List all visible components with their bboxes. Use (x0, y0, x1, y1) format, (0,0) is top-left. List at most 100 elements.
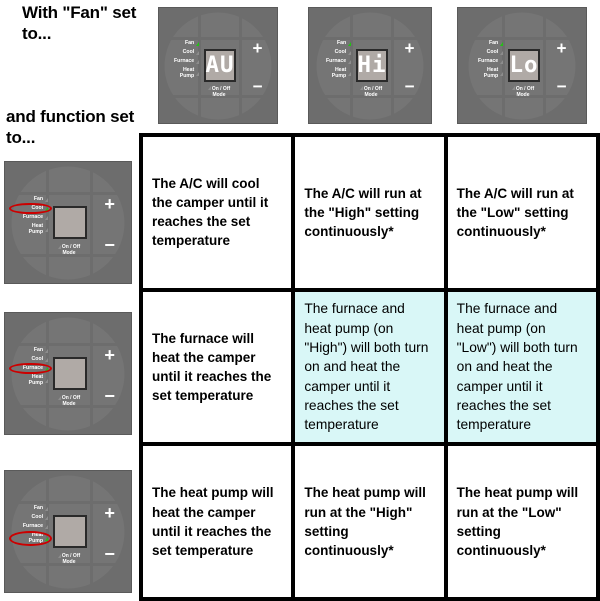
lcd-display-function-furnace (53, 356, 87, 391)
temperature-down-button[interactable]: − (551, 77, 572, 97)
thermostat-panel-function-cool: Fan Cool Furnace Heat Pump + − On / Off Mode (4, 161, 132, 284)
mode-label-list-fan-low: Fan Cool Furnace Heat Pump (473, 40, 504, 83)
table-cell-heatpump-high: The heat pump will run at the "High" set… (295, 446, 444, 597)
mode-label-fan: Fan (473, 40, 504, 47)
dial-divider-2 (90, 476, 94, 589)
mode-label-heat-pump: Heat Pump (473, 67, 504, 79)
heading-function: and function set to... (6, 107, 135, 148)
mode-label-text: Heat Pump (28, 223, 44, 235)
led-indicator-inactive (45, 378, 49, 383)
table-cell-furnace-high: The furnace and heat pump (on "High") wi… (295, 291, 444, 443)
mode-label-text: Furnace (174, 58, 195, 65)
mode-label-furnace: Furnace (9, 363, 53, 375)
table-cell-cool-high: The A/C will run at the "High" setting c… (295, 137, 444, 288)
mode-label-fan: Fan (16, 195, 49, 202)
mode-label-fan: Fan (321, 40, 352, 47)
led-indicator-inactive (45, 348, 49, 353)
on-off-mode-button[interactable]: On / Off Mode (501, 86, 546, 98)
mode-label-cool: Cool (473, 49, 504, 56)
led-indicator-active (45, 536, 49, 541)
mode-label: Mode (516, 91, 530, 98)
temperature-up-button[interactable]: + (399, 39, 420, 59)
mode-label: Mode (62, 558, 76, 565)
mode-label-furnace: Furnace (473, 58, 504, 65)
mode-label-text: Cool (31, 355, 44, 362)
mode-label-text: Fan (33, 195, 44, 202)
led-indicator-active (45, 206, 49, 211)
temperature-down-button[interactable]: − (98, 235, 121, 256)
mode-led-icon (57, 395, 61, 400)
mode-label-furnace: Furnace (16, 214, 49, 221)
mode-label-text: Heat Pump (483, 67, 499, 79)
mode-label-heat-pump: Heat Pump (9, 531, 53, 546)
thermostat-panel-fan-high: Hi Fan Cool Furnace Heat Pump + − On / Off Mode (308, 7, 432, 124)
table-cell-heatpump-auto: The heat pump will heat the camper until… (143, 446, 292, 597)
table-cell-furnace-low: The furnace and heat pump (on "Low") wil… (447, 291, 596, 443)
mode-led-icon (57, 244, 61, 249)
mode-label: Mode (364, 91, 378, 98)
mode-label-text: Furnace (478, 58, 499, 65)
temperature-up-button[interactable]: + (551, 39, 572, 59)
mode-label-heat-pump: Heat Pump (321, 67, 352, 79)
mode-label-cool: Cool (16, 355, 49, 362)
dial-divider-2 (90, 318, 94, 431)
mode-label-text: Cool (486, 49, 499, 56)
led-indicator-inactive (500, 51, 504, 56)
mode-led-icon (207, 86, 211, 91)
mode-label-text: Furnace (22, 523, 44, 530)
thermostat-panel-function-heatpump: Fan Cool Furnace Heat Pump + − On / Off Mode (4, 470, 132, 593)
led-indicator-inactive (348, 60, 352, 65)
lcd-display-fan-high: Hi (355, 49, 389, 82)
temperature-up-button[interactable]: + (98, 345, 121, 366)
mode-label-fan: Fan (169, 40, 200, 47)
mode-label-text: Heat Pump (28, 374, 44, 386)
led-indicator-inactive (348, 51, 352, 56)
heading-fan: With "Fan" set to... (22, 3, 137, 44)
lcd-display-function-cool (53, 205, 87, 240)
mode-label-text: Furnace (22, 365, 44, 372)
on-off-mode-button[interactable]: On / Off Mode (45, 244, 92, 256)
mode-label-fan: Fan (16, 505, 49, 511)
mode-label-cool: Cool (9, 202, 53, 215)
led-indicator-inactive (500, 60, 504, 65)
led-indicator-active (500, 42, 504, 47)
mode-label-list-function-heatpump: Fan Cool Furnace Heat Pump (9, 505, 53, 548)
on-off-mode-button[interactable]: On / Off Mode (45, 395, 92, 407)
mode-label-text: Furnace (326, 58, 347, 65)
temperature-down-button[interactable]: − (247, 77, 268, 97)
mode-label-list-function-furnace: Fan Cool Furnace Heat Pump (9, 346, 53, 390)
mode-label-text: Heat Pump (331, 67, 347, 79)
led-indicator-inactive (45, 215, 49, 220)
led-indicator-inactive (45, 524, 49, 529)
on-off-mode-button[interactable]: On / Off Mode (349, 86, 394, 98)
temperature-down-button[interactable]: − (399, 77, 420, 97)
mode-label-heat-pump: Heat Pump (16, 374, 49, 386)
dial-divider-2 (543, 13, 547, 120)
temperature-down-button[interactable]: − (98, 544, 121, 565)
thermostat-panel-function-furnace: Fan Cool Furnace Heat Pump + − On / Off Mode (4, 312, 132, 435)
temperature-down-button[interactable]: − (98, 386, 121, 407)
table-cell-cool-auto: The A/C will cool the camper until it re… (143, 137, 292, 288)
mode-label-text: Cool (31, 513, 44, 520)
mode-label-text: Heat Pump (28, 532, 44, 544)
led-indicator-active (348, 42, 352, 47)
led-indicator-active (196, 42, 200, 47)
on-off-mode-button[interactable]: On / Off Mode (197, 86, 242, 98)
mode-label-list-fan-high: Fan Cool Furnace Heat Pump (321, 40, 352, 83)
mode-label-text: Furnace (22, 214, 44, 221)
mode-label-heat-pump: Heat Pump (16, 223, 49, 235)
mode-label-text: Fan (33, 346, 44, 353)
led-indicator-inactive (45, 197, 49, 202)
temperature-up-button[interactable]: + (98, 194, 121, 215)
mode-label-furnace: Furnace (16, 523, 49, 530)
dial-divider-2 (391, 13, 395, 120)
table-cell-cool-low: The A/C will run at the "Low" setting co… (447, 137, 596, 288)
mode-label: Mode (62, 249, 76, 256)
mode-label-cool: Cool (169, 49, 200, 55)
mode-label-furnace: Furnace (169, 58, 200, 65)
on-off-mode-button[interactable]: On / Off Mode (45, 553, 92, 565)
mode-label: Mode (212, 91, 226, 98)
temperature-up-button[interactable]: + (98, 503, 121, 524)
temperature-up-button[interactable]: + (247, 39, 268, 59)
table-cell-heatpump-low: The heat pump will run at the "Low" sett… (447, 446, 596, 597)
